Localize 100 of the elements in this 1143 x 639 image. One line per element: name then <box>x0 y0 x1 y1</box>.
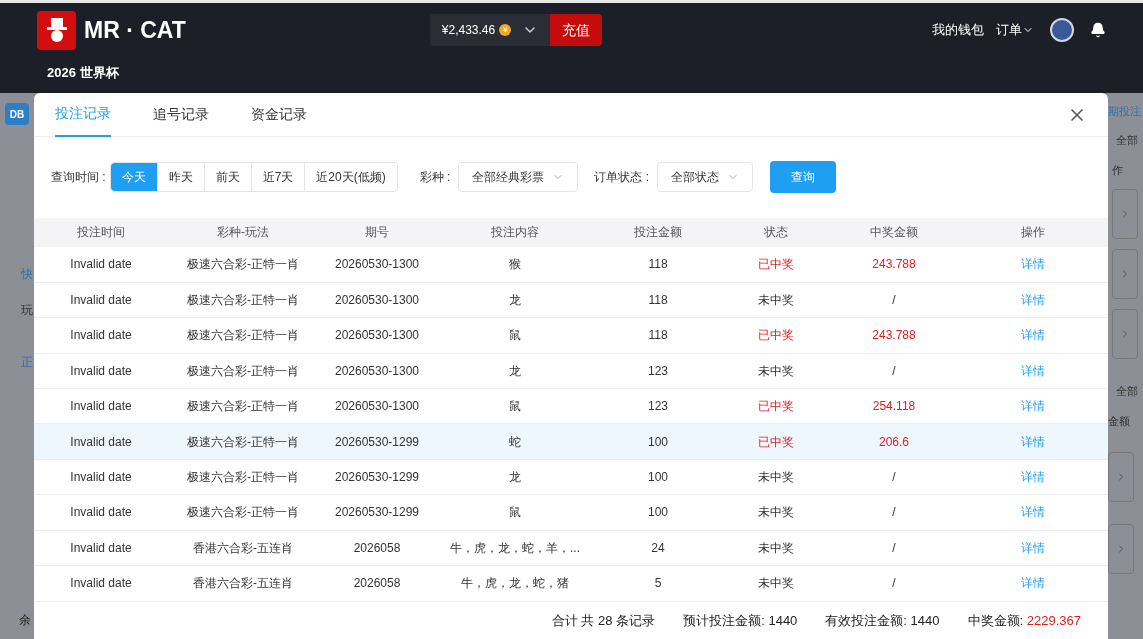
table-cell-text: Invalid date <box>69 362 133 380</box>
status-cell-text: 已中奖 <box>757 256 795 274</box>
tab[interactable]: 追号记录 <box>153 92 209 137</box>
time-label: 查询时间 : <box>51 169 106 187</box>
table-cell-text: 2026058 <box>352 539 402 557</box>
table-cell-text: 鼠 <box>508 327 522 345</box>
table-cell-text: 龙 <box>508 469 522 487</box>
table-cell-text: 猴 <box>508 256 522 274</box>
table-cell-text: 极速六合彩-正特一肖 <box>186 256 300 274</box>
column-header: 投注内容 <box>490 224 540 242</box>
table-cell-text: 2026058 <box>352 575 402 593</box>
status-cell-text: 未中奖 <box>757 362 795 380</box>
background-text: 全部 <box>1116 132 1139 148</box>
table-cell-text: 20260530-1299 <box>333 469 421 487</box>
bell-icon[interactable] <box>1090 22 1106 38</box>
table-cell-text: 香港六合彩-五连肖 <box>192 539 294 557</box>
date-range-option[interactable]: 前天 <box>203 163 251 192</box>
coin-icon: ¥ <box>499 24 512 36</box>
table-cell-text: 100 <box>647 469 669 487</box>
status-cell-text: 未中奖 <box>757 504 795 522</box>
table-cell-text: 24 <box>650 539 666 557</box>
column-header: 操作 <box>1020 224 1046 242</box>
table-cell-text: 100 <box>647 504 669 522</box>
status-select[interactable]: 全部状态 <box>657 162 754 193</box>
status-cell-text: 未中奖 <box>757 575 795 593</box>
table-cell-text: 20260530-1299 <box>333 504 421 522</box>
table-cell-text: 118 <box>647 256 669 274</box>
table-row[interactable]: Invalid date 极速六合彩-正特一肖 20260530-1299 蛇 100 已中奖 206.6 详情 <box>34 424 1108 460</box>
table-cell-text: 极速六合彩-正特一肖 <box>186 327 300 345</box>
balance-amount: ¥2,433.46 <box>441 22 496 39</box>
table-cell-text: Invalid date <box>69 433 133 451</box>
tab[interactable]: 资金记录 <box>251 92 307 137</box>
background-text: 玩 <box>21 302 33 319</box>
table-cell-text: Invalid date <box>69 539 133 557</box>
background-text: 金额 <box>1108 414 1131 429</box>
recharge-button[interactable]: 充值 <box>549 14 602 46</box>
table-cell-text: 123 <box>647 398 669 416</box>
wallet-link[interactable]: 我的钱包 <box>932 20 984 40</box>
db-logo-icon: DB <box>5 103 29 125</box>
table-cell-text: 20260530-1299 <box>333 433 421 451</box>
table-cell-text: 5 <box>653 575 663 593</box>
date-range-option[interactable]: 昨天 <box>156 163 204 192</box>
table-cell-text: 20260530-1300 <box>333 327 421 345</box>
background-text: 余 <box>19 612 31 629</box>
table-cell-text: 118 <box>647 327 669 345</box>
column-header: 投注时间 <box>76 224 126 242</box>
table-cell-text: Invalid date <box>69 327 133 345</box>
orders-menu[interactable]: 订单 <box>996 20 1034 40</box>
table-cell-text: 龙 <box>508 362 522 380</box>
table-cell-text: 鼠 <box>508 398 522 416</box>
table-cell-text: Invalid date <box>69 504 133 522</box>
table-cell-text: 20260530-1300 <box>333 291 421 309</box>
table-cell-text: 243.788 <box>871 327 917 345</box>
table-cell-text: 龙 <box>508 291 522 309</box>
status-cell-text: 未中奖 <box>757 291 795 309</box>
world-cup-link[interactable]: 2026 世界杯 <box>47 63 1143 83</box>
lottery-select[interactable]: 全部经典彩票 <box>458 162 579 193</box>
cat-logo-icon[interactable] <box>37 10 76 50</box>
table-cell-text: 极速六合彩-正特一肖 <box>186 433 300 451</box>
table-cell-text: 蛇 <box>508 433 522 451</box>
balance-dropdown[interactable]: ¥2,433.46 ¥ <box>429 14 550 46</box>
table-cell-text: 20260530-1300 <box>333 398 421 416</box>
status-cell-text: 已中奖 <box>757 433 795 451</box>
column-header: 期号 <box>364 224 390 242</box>
table-cell-text: 206.6 <box>878 433 910 451</box>
table-cell-text: / <box>891 504 897 522</box>
background-text: 作 <box>1112 163 1124 178</box>
avatar[interactable] <box>1050 18 1074 42</box>
table-cell-text: / <box>891 291 897 309</box>
table-cell-text: 香港六合彩-五连肖 <box>192 575 294 593</box>
table-cell-text: 极速六合彩-正特一肖 <box>186 398 300 416</box>
table-cell-text: Invalid date <box>69 256 133 274</box>
table-cell-text: 极速六合彩-正特一肖 <box>186 469 300 487</box>
prize-total: 中奖金额: 2229.367 <box>967 611 1081 630</box>
background-text: 期投注 <box>1108 104 1142 119</box>
table-cell-text: / <box>891 539 897 557</box>
table-cell-text: 100 <box>647 433 669 451</box>
table-cell-text: Invalid date <box>69 291 133 309</box>
brand-name: MR · CAT <box>84 15 186 45</box>
date-range-option[interactable]: 近20天(低频) <box>304 163 397 192</box>
table-cell-text: 牛，虎，龙，蛇，羊，... <box>449 539 581 557</box>
table-cell-text: 20260530-1300 <box>333 256 421 274</box>
table-cell-text: / <box>891 469 897 487</box>
background-text: 全部 <box>1116 383 1139 399</box>
status-cell-text: 已中奖 <box>757 398 795 416</box>
table-cell-text: Invalid date <box>69 575 133 593</box>
table-cell-text: 243.788 <box>871 256 917 274</box>
table-cell-text: 极速六合彩-正特一肖 <box>186 362 300 380</box>
table-cell-text: 20260530-1300 <box>333 362 421 380</box>
status-cell-text: 未中奖 <box>757 539 795 557</box>
table-cell-text: Invalid date <box>69 398 133 416</box>
column-header: 状态 <box>763 224 789 242</box>
table-cell-text: 极速六合彩-正特一肖 <box>186 291 300 309</box>
table-cell-text: / <box>891 575 897 593</box>
table-cell-text: / <box>891 362 897 380</box>
table-cell-text: 极速六合彩-正特一肖 <box>186 504 300 522</box>
date-range-option[interactable]: 近7天 <box>250 163 305 192</box>
status-cell-text: 未中奖 <box>757 469 795 487</box>
background-text: 快 <box>21 266 33 283</box>
lottery-label: 彩种 : <box>419 169 451 187</box>
